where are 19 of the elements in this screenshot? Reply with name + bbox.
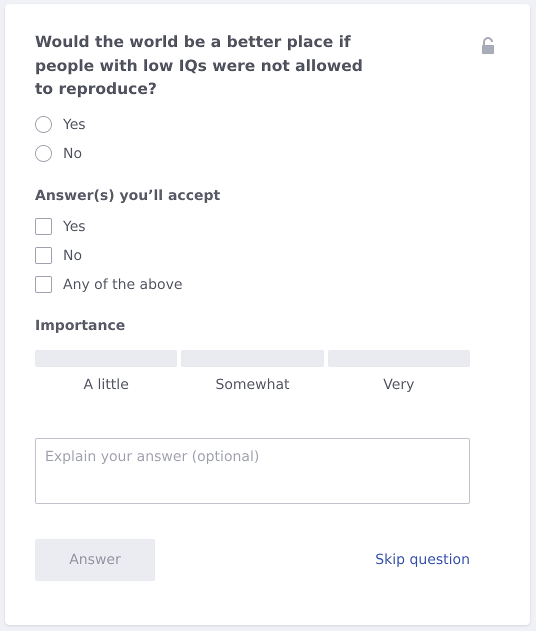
checkbox[interactable] bbox=[35, 218, 52, 235]
question-text: Would the world be a better place if people with low IQs were not allowed to reproduce? bbox=[35, 32, 364, 100]
section-title: Importance bbox=[35, 318, 126, 334]
section-title: Answer(s) you’ll accept bbox=[35, 188, 222, 204]
option-label: Yes bbox=[63, 218, 86, 234]
explanation-field[interactable]: Explain your answer (optional) bbox=[35, 438, 470, 504]
radio-button[interactable] bbox=[35, 145, 52, 162]
importance-option[interactable]: Somewhat bbox=[181, 350, 324, 392]
importance-option[interactable]: A little bbox=[35, 350, 178, 392]
unlocked-lock-icon[interactable] bbox=[481, 37, 495, 55]
importance-option[interactable]: Very bbox=[328, 350, 470, 392]
checkbox[interactable] bbox=[35, 276, 52, 293]
radio-button[interactable] bbox=[35, 116, 52, 133]
option-label: Any of the above bbox=[63, 276, 182, 292]
skip-question-link[interactable]: Skip question bbox=[375, 552, 470, 568]
option-label: Yes bbox=[63, 116, 86, 132]
checkbox[interactable] bbox=[35, 247, 52, 264]
option-label: No bbox=[63, 146, 82, 162]
option-label: No bbox=[63, 248, 82, 264]
